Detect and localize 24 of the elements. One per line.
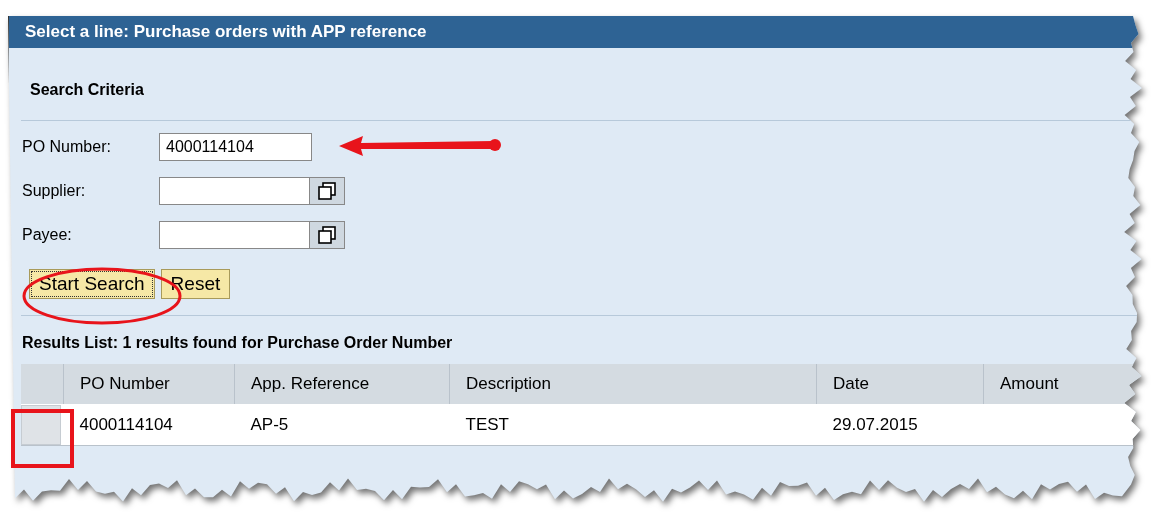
- lookup-button[interactable]: [310, 221, 345, 249]
- column-header[interactable]: PO Number: [63, 364, 235, 404]
- table-cell: 4000114104: [79, 414, 173, 434]
- selector-header: [21, 364, 64, 404]
- field-label: PO Number:: [22, 138, 112, 156]
- results-title: Results List: 1 results found for Purchase Order Number: [21, 333, 454, 353]
- copy-icon: [317, 225, 337, 245]
- column-header[interactable]: Description: [449, 364, 817, 404]
- table-cell: TEST: [465, 414, 509, 434]
- field-label: Supplier:: [22, 182, 87, 200]
- column-header[interactable]: Date: [816, 364, 984, 404]
- input-field[interactable]: [159, 177, 310, 205]
- section-heading: Search Criteria: [29, 80, 145, 100]
- row-selector[interactable]: [21, 404, 61, 445]
- input-field[interactable]: 4000114104: [159, 133, 312, 161]
- input-field[interactable]: [159, 221, 310, 249]
- table-cell: AP-5: [250, 414, 289, 434]
- reset-button[interactable]: Reset: [160, 269, 231, 299]
- box-annotation: [11, 409, 74, 468]
- field-label: Payee:: [22, 226, 73, 244]
- column-header[interactable]: App. Reference: [234, 364, 450, 404]
- copy-icon: [317, 181, 337, 201]
- lookup-button[interactable]: [310, 177, 345, 205]
- table-cell: 29.07.2015: [832, 414, 918, 434]
